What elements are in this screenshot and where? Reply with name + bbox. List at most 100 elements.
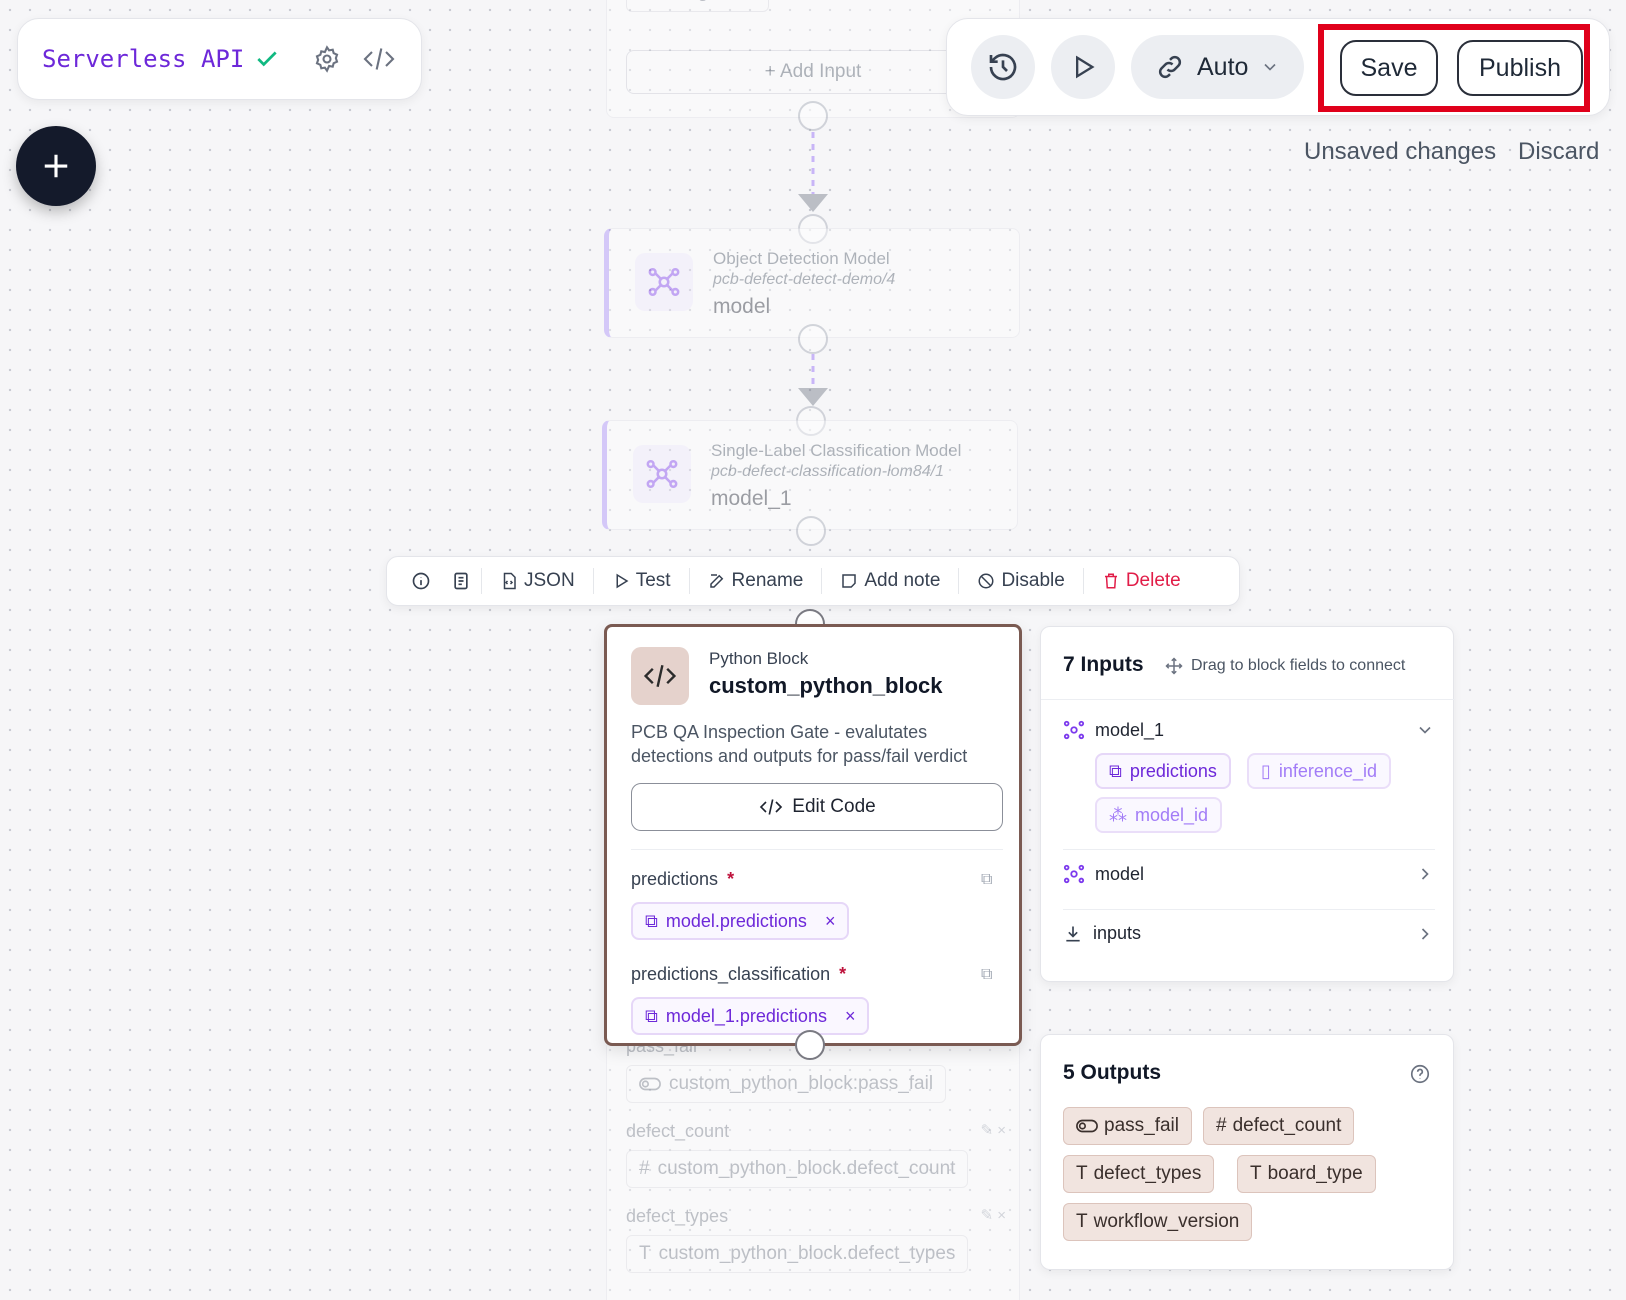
output-value-chip[interactable]: # custom_python_block.defect_count	[626, 1150, 969, 1188]
predictions-chip[interactable]: ⧉ model.predictions ×	[631, 902, 850, 940]
block-description: PCB QA Inspection Gate - evalutates dete…	[631, 722, 968, 766]
output-connector[interactable]	[795, 1030, 825, 1060]
output-tag-defect-count[interactable]: # defect_count	[1203, 1107, 1355, 1145]
output-connector[interactable]	[798, 101, 828, 131]
run-button[interactable]	[1051, 35, 1115, 99]
chevron-down-icon	[1264, 63, 1277, 71]
model-icon	[1063, 864, 1085, 884]
edit-icon	[709, 574, 723, 588]
disable-button[interactable]: Disable	[959, 570, 1082, 592]
divider	[631, 849, 1003, 850]
inputs-title: 7 Inputs	[1063, 653, 1144, 676]
edit-icon[interactable]: ✎ ×	[981, 1206, 1007, 1227]
add-note-button[interactable]: Add note	[822, 570, 958, 592]
link-icon	[1158, 55, 1182, 79]
output-value-chip[interactable]: T custom_python_block.defect_types	[626, 1235, 969, 1273]
code-icon[interactable]	[361, 45, 397, 73]
inputs-hint: Drag to block fields to connect	[1191, 657, 1406, 674]
test-button[interactable]: Test	[594, 570, 689, 592]
edit-icon[interactable]: ✎	[727, 0, 739, 1]
text-icon: T	[1076, 1163, 1088, 1184]
python-block-card[interactable]: Python Block custom_python_block PCB QA …	[604, 624, 1022, 1046]
input-group-model-1[interactable]: model_1	[1063, 719, 1435, 741]
mode-label: Auto	[1197, 52, 1249, 81]
mode-select[interactable]: Auto	[1131, 35, 1305, 99]
field-label: predictions	[631, 869, 719, 889]
help-icon[interactable]	[1409, 1063, 1431, 1085]
output-tag-workflow-version[interactable]: T workflow_version	[1063, 1203, 1253, 1241]
node-type: Single-Label Classification Model	[711, 441, 962, 460]
model-node-icon	[635, 253, 693, 311]
note-icon	[842, 574, 857, 588]
id-icon: ▯	[1261, 760, 1271, 781]
divider	[1063, 849, 1435, 850]
block-name: custom_python_block	[709, 673, 943, 698]
workflow-title[interactable]: Serverless API	[42, 45, 244, 73]
model-icon	[1063, 720, 1085, 740]
faded-outputs-list: pass_fail custom_python_block:pass_fail …	[626, 1036, 1006, 1273]
node-name: model_1	[711, 487, 792, 510]
file-code-icon	[503, 572, 516, 590]
classification-chip[interactable]: ⧉ model_1.predictions ×	[631, 997, 870, 1035]
edit-code-button[interactable]: Edit Code	[631, 783, 1003, 831]
detection-icon: ⧉	[645, 1005, 658, 1026]
input-group-inputs[interactable]: inputs	[1063, 923, 1435, 944]
close-icon[interactable]: ×	[845, 1006, 856, 1027]
code-icon	[760, 799, 783, 815]
output-value-chip[interactable]: custom_python_block:pass_fail	[626, 1065, 947, 1103]
predictions-chip[interactable]: ⧉ predictions	[1095, 753, 1231, 789]
output-connector[interactable]	[796, 516, 826, 546]
object-detection-node[interactable]: Object Detection Model pcb-defect-detect…	[604, 228, 1020, 338]
highlight-box	[1318, 24, 1590, 112]
gear-icon[interactable]	[313, 45, 341, 73]
output-label: defect_types	[626, 1206, 729, 1226]
block-kind: Python Block	[709, 649, 809, 668]
history-button[interactable]	[971, 35, 1035, 99]
ban-icon	[978, 573, 994, 589]
output-connector[interactable]	[798, 324, 828, 354]
close-icon[interactable]: ×	[746, 0, 755, 1]
text-icon: T	[1250, 1163, 1262, 1184]
block-action-bar: JSON Test Rename Add note Disable Delete	[386, 556, 1240, 606]
info-button[interactable]	[401, 571, 441, 591]
output-tag-defect-types[interactable]: T defect_types	[1063, 1155, 1215, 1193]
download-icon	[1066, 926, 1080, 941]
inference-id-chip[interactable]: ▯ inference_id	[1247, 753, 1391, 789]
add-input-button[interactable]: + Add Input	[626, 50, 1000, 94]
json-button[interactable]: JSON	[482, 570, 593, 592]
node-type: Object Detection Model	[713, 249, 890, 268]
image-icon	[639, 0, 659, 2]
required-mark: *	[727, 869, 735, 889]
add-block-button[interactable]	[16, 126, 96, 206]
history-icon	[989, 53, 1017, 81]
edit-icon[interactable]: ✎ ×	[981, 1121, 1007, 1142]
input-group-model[interactable]: model	[1063, 863, 1435, 885]
workflow-header-card: Serverless API	[17, 18, 422, 100]
required-mark: *	[839, 964, 847, 984]
node-model-id: pcb-defect-classification-lom84/1	[711, 463, 944, 480]
image-input-chip[interactable]: image ✎ ×	[626, 0, 769, 12]
delete-button[interactable]: Delete	[1084, 570, 1199, 592]
rename-button[interactable]: Rename	[690, 570, 822, 592]
field-label: predictions_classification	[631, 964, 831, 984]
node-model-id: pcb-defect-detect-demo/4	[713, 271, 896, 288]
model-icon: ⁂	[1109, 804, 1127, 825]
inputs-panel: 7 Inputs Drag to block fields to connect…	[1040, 626, 1455, 982]
image-input-label: image	[667, 0, 719, 3]
detection-icon: ⧉	[645, 910, 658, 931]
check-icon	[254, 46, 280, 72]
text-icon: T	[639, 1243, 651, 1264]
docs-button[interactable]	[441, 571, 481, 591]
output-tag-board-type[interactable]: T board_type	[1237, 1155, 1376, 1193]
link-field-icon[interactable]: ⧉	[981, 966, 992, 984]
info-icon	[412, 572, 430, 590]
link-field-icon[interactable]: ⧉	[981, 871, 992, 889]
detection-icon: ⧉	[1109, 760, 1122, 781]
discard-link[interactable]: Discard	[1518, 138, 1599, 166]
output-label: defect_count	[626, 1121, 730, 1141]
close-icon[interactable]: ×	[825, 911, 836, 932]
model-id-chip[interactable]: ⁂ model_id	[1095, 797, 1223, 833]
output-tag-pass-fail[interactable]: pass_fail	[1063, 1107, 1192, 1145]
classification-node[interactable]: Single-Label Classification Model pcb-de…	[602, 420, 1018, 530]
hash-icon: #	[1216, 1115, 1227, 1136]
